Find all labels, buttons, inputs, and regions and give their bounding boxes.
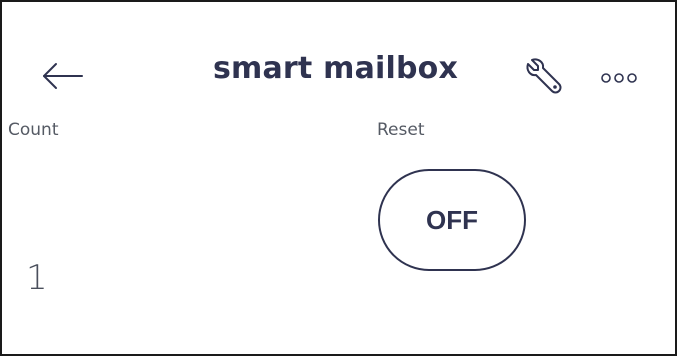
count-label: Count	[8, 120, 59, 140]
count-value: 1	[26, 258, 48, 298]
reset-label: Reset	[377, 120, 425, 140]
device-detail-screen: smart mailbox Count Reset 1 OFF	[0, 0, 677, 356]
settings-button[interactable]	[522, 54, 566, 98]
more-horizontal-icon	[601, 73, 637, 83]
wrench-icon	[526, 58, 562, 94]
more-button[interactable]	[598, 68, 642, 88]
page-title: smart mailbox	[212, 51, 459, 86]
reset-state-label: OFF	[426, 204, 478, 235]
reset-toggle-button[interactable]: OFF	[378, 169, 526, 271]
app-header: smart mailbox	[2, 2, 675, 112]
